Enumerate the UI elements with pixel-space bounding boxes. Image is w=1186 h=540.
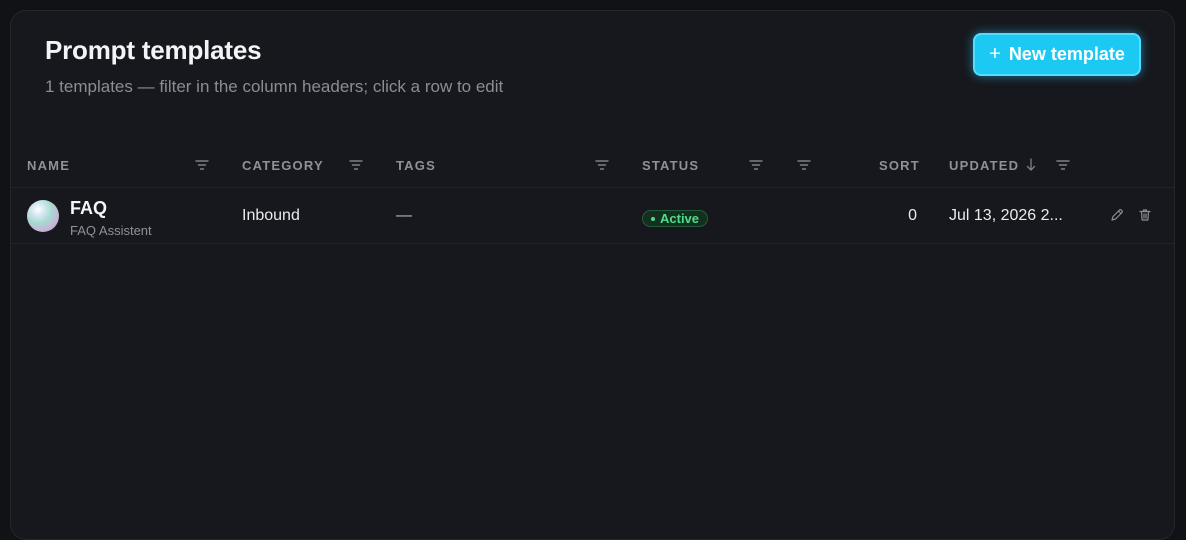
template-category: Inbound [242, 206, 300, 224]
column-header-category[interactable]: CATEGORY [242, 143, 324, 187]
template-description: FAQ Assistent [70, 223, 152, 238]
column-header-sort[interactable]: SORT [879, 143, 920, 187]
edit-icon[interactable] [1110, 208, 1124, 222]
template-tags: — [396, 206, 412, 224]
template-sort: 0 [908, 206, 917, 224]
avatar [27, 200, 59, 232]
status-dot-icon [651, 216, 655, 221]
table-row[interactable]: FAQ FAQ Assistent Inbound — Active 0 Jul… [11, 188, 1174, 244]
column-header-status[interactable]: STATUS [642, 143, 699, 187]
template-name: FAQ [70, 198, 108, 218]
new-template-label: New template [1008, 44, 1125, 64]
status-label: Active [660, 211, 700, 226]
column-header-tags[interactable]: TAGS [396, 143, 436, 187]
filter-icon[interactable] [349, 159, 363, 171]
templates-panel: Prompt templates 1 templates — filter in… [10, 10, 1175, 540]
status-badge: Active [642, 210, 709, 227]
plus-icon: + [989, 43, 1001, 65]
column-header-updated[interactable]: UPDATED [949, 143, 1019, 187]
filter-icon[interactable] [595, 159, 609, 171]
filter-icon[interactable] [749, 159, 763, 171]
filter-icon[interactable] [797, 159, 811, 171]
filter-icon[interactable] [195, 159, 209, 171]
page-subtitle: 1 templates — filter in the column heade… [45, 77, 504, 96]
table-header: NAME CATEGORY TAGS STATUS SORT UPDATED [11, 143, 1174, 188]
page-title: Prompt templates [45, 35, 262, 65]
sort-descending-icon[interactable] [1026, 158, 1036, 172]
filter-icon[interactable] [1056, 159, 1070, 171]
trash-icon[interactable] [1138, 208, 1152, 222]
template-updated: Jul 13, 2026 2... [949, 206, 1063, 224]
new-template-button[interactable]: + New template [973, 33, 1141, 76]
column-header-name[interactable]: NAME [27, 143, 70, 187]
